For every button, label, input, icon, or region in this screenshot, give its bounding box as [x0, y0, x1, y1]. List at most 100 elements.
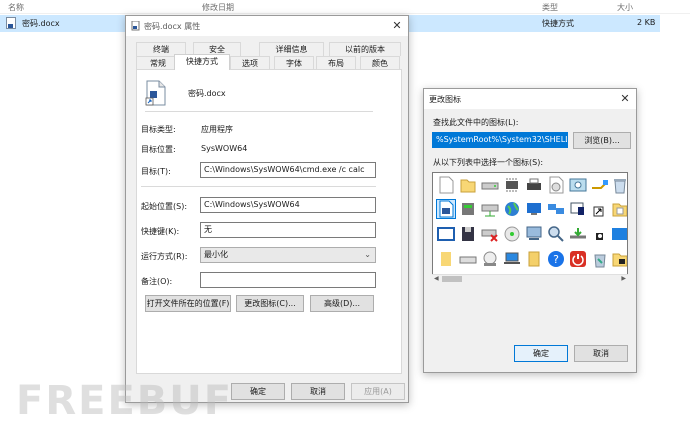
- settings-window-icon[interactable]: [569, 176, 587, 194]
- recycle-full-icon[interactable]: [591, 250, 609, 268]
- explorer-column-header: 名称 修改日期 类型 大小: [0, 0, 690, 14]
- properties-titlebar: 密码.docx 属性 ✕: [126, 16, 408, 36]
- apply-button[interactable]: 应用(A): [351, 383, 405, 400]
- shortcut-tab-panel: 密码.docx 目标类型: 应用程序 目标位置: SysWOW64 目标(T):…: [136, 69, 402, 374]
- cd-document-icon[interactable]: [547, 176, 565, 194]
- tab-font[interactable]: 字体: [274, 56, 314, 70]
- folder-document-icon[interactable]: [611, 200, 628, 218]
- target-input[interactable]: C:\Windows\SysWOW64\cmd.exe /c calc: [200, 162, 376, 178]
- watermark-logo: FREEBUF: [16, 378, 234, 424]
- chevron-down-icon: ⌄: [364, 250, 371, 259]
- network-share-icon[interactable]: [525, 225, 543, 243]
- search-icon[interactable]: [547, 225, 565, 243]
- separator: [141, 186, 376, 187]
- column-name[interactable]: 名称: [8, 2, 24, 13]
- close-icon[interactable]: ✕: [618, 92, 632, 106]
- change-icon-button[interactable]: 更改图标(C)...: [236, 295, 304, 312]
- blue-window-icon[interactable]: [611, 225, 628, 243]
- laptop-icon[interactable]: [503, 250, 521, 268]
- target-location-value: SysWOW64: [201, 144, 248, 153]
- help-icon[interactable]: ?: [547, 250, 565, 268]
- properties-dialog: 密码.docx 属性 ✕ 终端 安全 详细信息 以前的版本 常规 快捷方式 选项…: [125, 15, 409, 403]
- dark-window-icon[interactable]: [591, 225, 609, 243]
- scroll-right-icon[interactable]: ▶: [621, 275, 626, 282]
- yellow-doc-icon[interactable]: [437, 250, 455, 268]
- change-icon-title: 更改图标: [429, 95, 461, 104]
- shortcut-arrow-icon[interactable]: [591, 200, 609, 218]
- icon-list-label: 从以下列表中选择一个图标(S):: [433, 158, 544, 167]
- drive-2-icon[interactable]: [459, 250, 477, 268]
- window-list-icon[interactable]: [569, 200, 587, 218]
- disc-drive-icon[interactable]: [481, 250, 499, 268]
- tab-options[interactable]: 选项: [230, 56, 270, 70]
- comment-label: 备注(O):: [141, 277, 173, 286]
- comment-input[interactable]: [200, 272, 376, 288]
- change-icon-titlebar: 更改图标 ✕: [424, 89, 636, 109]
- cd-drive-icon[interactable]: [503, 225, 521, 243]
- shortcut-key-input[interactable]: 无: [200, 222, 376, 238]
- run-label: 运行方式(R):: [141, 252, 188, 261]
- column-type[interactable]: 类型: [542, 2, 558, 13]
- scroll-thumb[interactable]: [442, 276, 462, 282]
- tab-details[interactable]: 详细信息: [259, 42, 324, 56]
- start-in-label: 起始位置(S):: [141, 202, 188, 211]
- separator: [145, 111, 373, 112]
- run-select-value: 最小化: [204, 250, 228, 259]
- advanced-button[interactable]: 高级(D)...: [310, 295, 374, 312]
- ok-button[interactable]: 确定: [231, 383, 285, 400]
- notes-icon[interactable]: [525, 250, 543, 268]
- drive-icon[interactable]: [481, 176, 499, 194]
- target-type-value: 应用程序: [201, 125, 233, 134]
- chip-icon[interactable]: [503, 176, 521, 194]
- network-drive-icon[interactable]: [481, 200, 499, 218]
- icon-grid-scrollbar[interactable]: ◀ ▶: [432, 274, 628, 283]
- browse-button[interactable]: 浏览(B)...: [573, 132, 631, 149]
- folder-icon[interactable]: [459, 176, 477, 194]
- run-select[interactable]: 最小化 ⌄: [200, 247, 376, 263]
- svg-text:?: ?: [553, 253, 559, 266]
- tab-shortcut[interactable]: 快捷方式: [174, 54, 230, 70]
- column-size[interactable]: 大小: [617, 2, 633, 13]
- power-icon[interactable]: [569, 250, 587, 268]
- floppy-icon[interactable]: [459, 225, 477, 243]
- properties-window-icon: [131, 21, 140, 31]
- word-shortcut-icon: [6, 17, 16, 29]
- start-in-input[interactable]: C:\Windows\SysWOW64: [200, 197, 376, 213]
- window-frame-icon[interactable]: [437, 225, 455, 243]
- open-file-location-button[interactable]: 打开文件所在的位置(F): [145, 295, 231, 312]
- server-icon[interactable]: [459, 200, 477, 218]
- target-type-label: 目标类型:: [141, 125, 176, 134]
- recycle-bin-icon[interactable]: [611, 176, 628, 194]
- scroll-left-icon[interactable]: ◀: [434, 275, 439, 282]
- network-hand-icon[interactable]: [591, 176, 609, 194]
- download-arrow-icon[interactable]: [569, 225, 587, 243]
- tab-layout[interactable]: 布局: [316, 56, 356, 70]
- cancel-button[interactable]: 取消: [291, 383, 345, 400]
- disconnected-drive-icon[interactable]: [481, 225, 499, 243]
- shortcut-file-name: 密码.docx: [188, 89, 226, 98]
- monitor-icon[interactable]: [525, 200, 543, 218]
- tab-previous-versions[interactable]: 以前的版本: [329, 42, 401, 56]
- icon-ok-button[interactable]: 确定: [514, 345, 568, 362]
- icon-file-path-input[interactable]: %SystemRoot%\System32\SHELL32.dll: [432, 132, 568, 148]
- close-icon[interactable]: ✕: [390, 19, 404, 33]
- search-icon-label: 查找此文件中的图标(L):: [433, 118, 519, 127]
- column-modified[interactable]: 修改日期: [202, 2, 234, 13]
- target-location-label: 目标位置:: [141, 145, 176, 154]
- printer-icon[interactable]: [525, 176, 543, 194]
- globe-icon[interactable]: [503, 200, 521, 218]
- icon-cancel-button[interactable]: 取消: [574, 345, 628, 362]
- shortcut-file-icon: [145, 80, 166, 106]
- tab-colors[interactable]: 颜色: [360, 56, 400, 70]
- shortcut-key-label: 快捷键(K):: [141, 227, 180, 236]
- file-name: 密码.docx: [22, 19, 60, 28]
- network-computers-icon[interactable]: [547, 200, 565, 218]
- file-type: 快捷方式: [542, 19, 574, 28]
- properties-title: 密码.docx 属性: [144, 22, 201, 31]
- icon-grid: ?: [432, 172, 628, 283]
- folder-lock-icon[interactable]: [611, 250, 628, 268]
- blank-document-icon[interactable]: [437, 176, 455, 194]
- selected-document-icon[interactable]: [436, 199, 456, 219]
- target-label: 目标(T):: [141, 167, 171, 176]
- file-size: 2 KB: [637, 18, 656, 27]
